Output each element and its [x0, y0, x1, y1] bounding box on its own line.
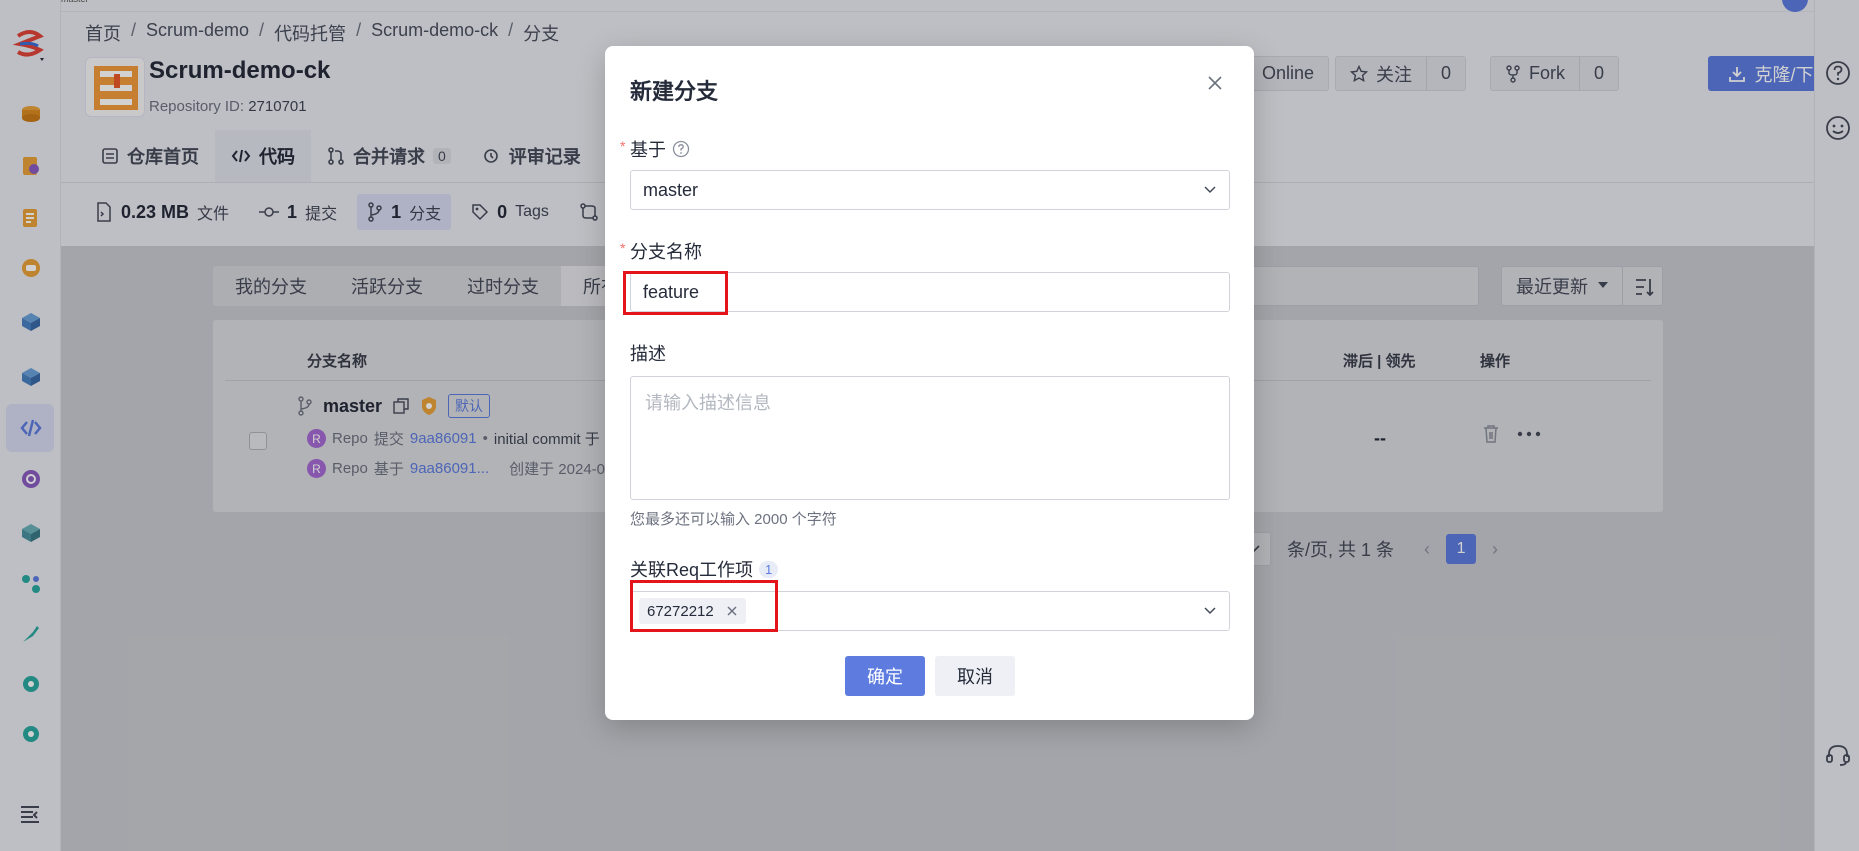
highlight-box-branch-name	[623, 271, 728, 315]
base-label-text: 基于	[630, 140, 666, 160]
chevron-down-icon	[1204, 186, 1216, 194]
help-circle-icon[interactable]	[672, 140, 690, 158]
base-label: * 基于	[620, 136, 690, 162]
new-branch-dialog: 新建分支 * 基于 master * 分支名称 feature 描述 请输入描述…	[605, 46, 1254, 720]
base-branch-select[interactable]: master	[630, 170, 1230, 210]
dialog-title: 新建分支	[630, 79, 719, 104]
required-mark: *	[620, 240, 626, 256]
description-textarea[interactable]: 请输入描述信息	[630, 376, 1230, 500]
required-mark: *	[620, 138, 626, 154]
branch-name-label-text: 分支名称	[630, 242, 702, 262]
description-char-hint: 您最多还可以输入 2000 个字符	[630, 511, 837, 528]
chevron-down-icon	[1204, 607, 1216, 615]
description-label: 描述	[630, 344, 666, 364]
linked-workitem-label: 关联Req工作项 1	[630, 556, 779, 582]
highlight-box-workitem	[630, 580, 778, 632]
cancel-button[interactable]: 取消	[935, 656, 1015, 696]
linked-workitem-count: 1	[759, 560, 779, 578]
branch-name-label: * 分支名称	[620, 238, 702, 264]
base-branch-value: master	[643, 179, 699, 200]
linked-workitem-label-text: 关联Req工作项	[630, 560, 754, 580]
confirm-button[interactable]: 确定	[845, 656, 925, 696]
close-icon[interactable]	[1206, 74, 1224, 92]
